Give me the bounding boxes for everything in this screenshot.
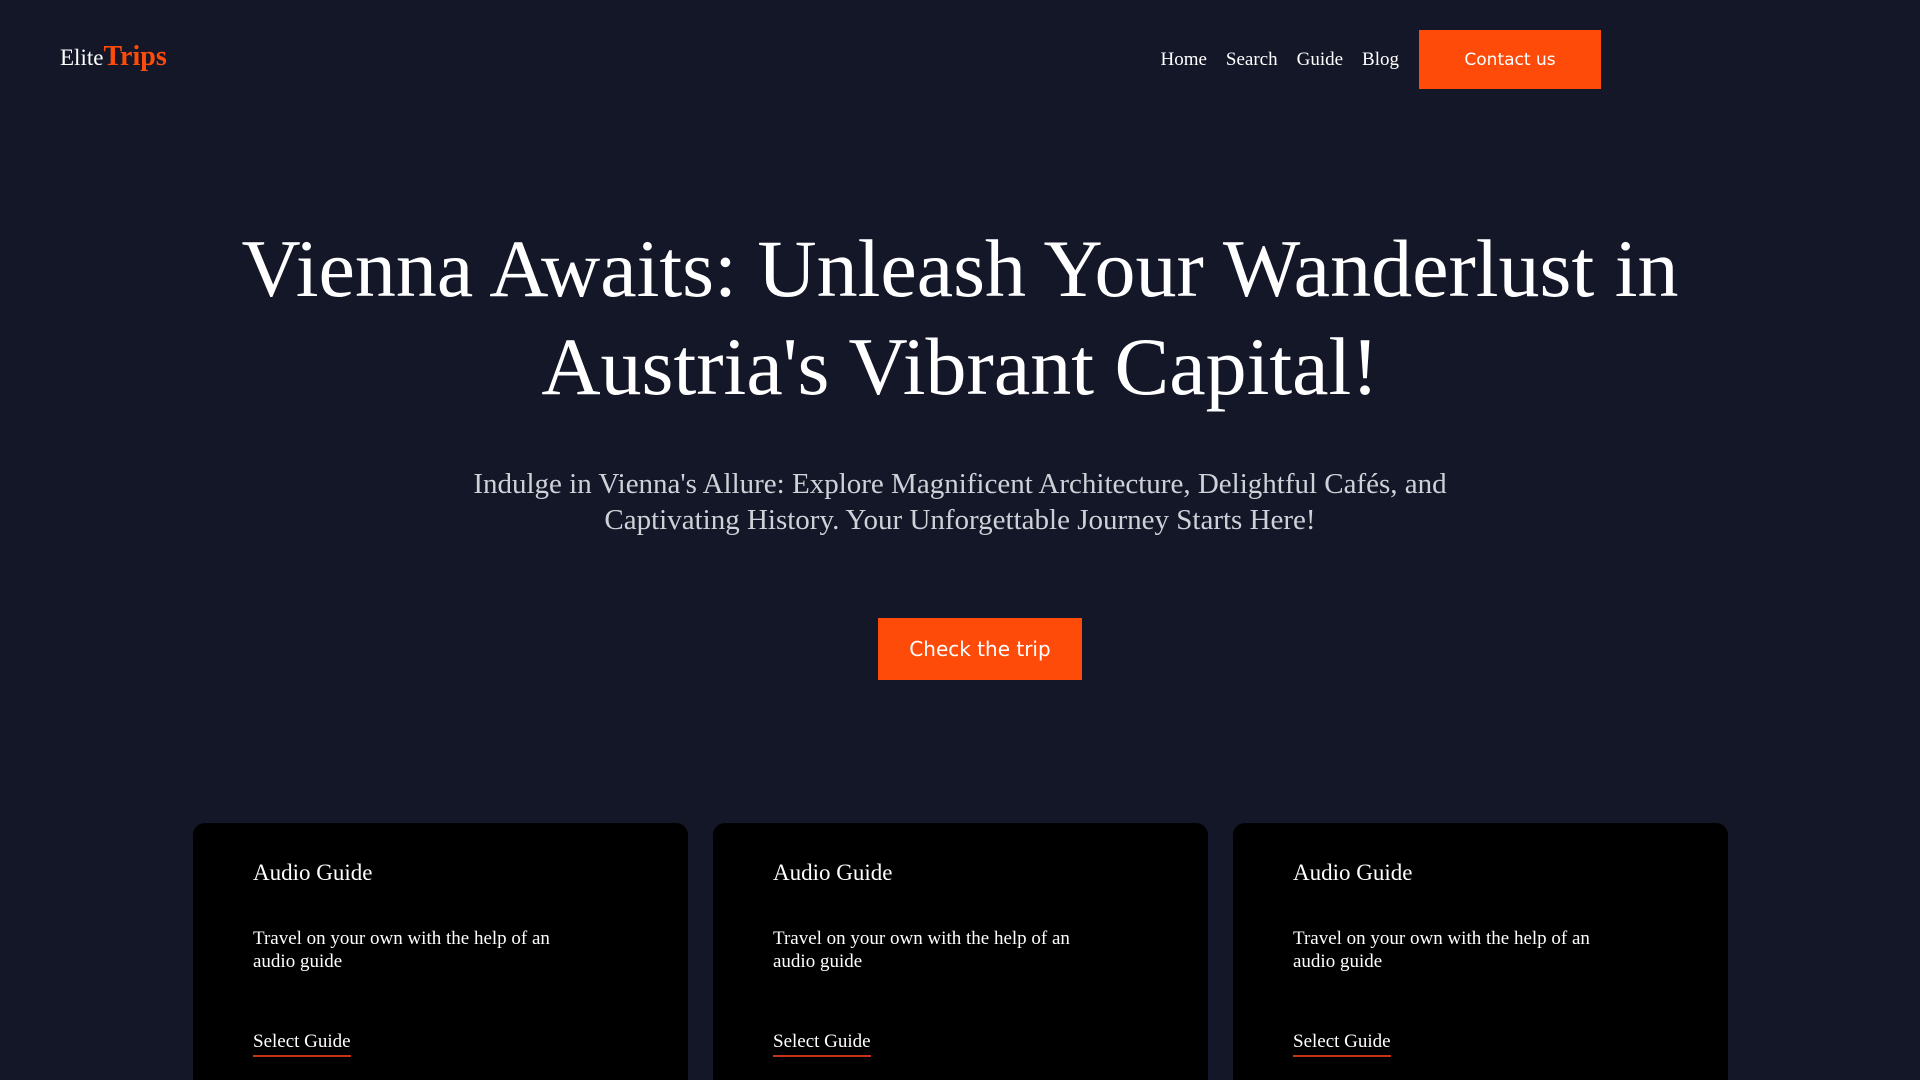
main-nav: Home Search Guide Blog Contact us	[1160, 30, 1601, 89]
card-title: Audio Guide	[253, 860, 373, 885]
card-description-line1: Travel on your own with the help of an	[773, 928, 1070, 949]
guide-card: Audio Guide Travel on your own with the …	[713, 823, 1208, 1080]
nav-item-search[interactable]: Search	[1226, 49, 1278, 71]
select-guide-link[interactable]: Select Guide	[773, 1030, 871, 1057]
hero-subtitle-line1: Indulge in Vienna's Allure: Explore Magn…	[473, 468, 1447, 500]
contact-us-button[interactable]: Contact us	[1419, 30, 1601, 89]
nav-item-blog[interactable]: Blog	[1362, 49, 1399, 71]
brand-logo[interactable]: EliteTrips	[60, 42, 167, 73]
select-guide-link[interactable]: Select Guide	[253, 1030, 351, 1057]
nav-item-guide[interactable]: Guide	[1297, 49, 1343, 71]
card-description-line2: audio guide	[1293, 951, 1383, 972]
guide-card: Audio Guide Travel on your own with the …	[193, 823, 688, 1080]
card-description: Travel on your own with the help of an a…	[1293, 927, 1633, 973]
card-description-line1: Travel on your own with the help of an	[253, 928, 550, 949]
card-description-line2: audio guide	[253, 951, 343, 972]
card-description-line2: audio guide	[773, 951, 863, 972]
guide-cards: Audio Guide Travel on your own with the …	[193, 823, 1728, 1080]
check-trip-button[interactable]: Check the trip	[878, 618, 1082, 680]
brand-name-part2: Trips	[103, 41, 167, 72]
hero-subtitle: Indulge in Vienna's Allure: Explore Magn…	[440, 466, 1480, 538]
hero-title-line2: Austria's Vibrant Capital!	[541, 321, 1379, 412]
card-description: Travel on your own with the help of an a…	[773, 927, 1113, 973]
card-description-line1: Travel on your own with the help of an	[1293, 928, 1590, 949]
card-description: Travel on your own with the help of an a…	[253, 927, 593, 973]
hero-subtitle-line2: Captivating History. Your Unforgettable …	[604, 504, 1316, 536]
brand-name-part1: Elite	[60, 45, 104, 70]
nav-item-home[interactable]: Home	[1160, 49, 1206, 71]
card-title: Audio Guide	[773, 860, 893, 885]
guide-card: Audio Guide Travel on your own with the …	[1233, 823, 1728, 1080]
hero-title: Vienna Awaits: Unleash Your Wanderlust i…	[160, 220, 1760, 416]
hero-title-line1: Vienna Awaits: Unleash Your Wanderlust i…	[241, 223, 1679, 314]
card-title: Audio Guide	[1293, 860, 1413, 885]
select-guide-link[interactable]: Select Guide	[1293, 1030, 1391, 1057]
site-header: EliteTrips Home Search Guide Blog Contac…	[0, 0, 1920, 120]
